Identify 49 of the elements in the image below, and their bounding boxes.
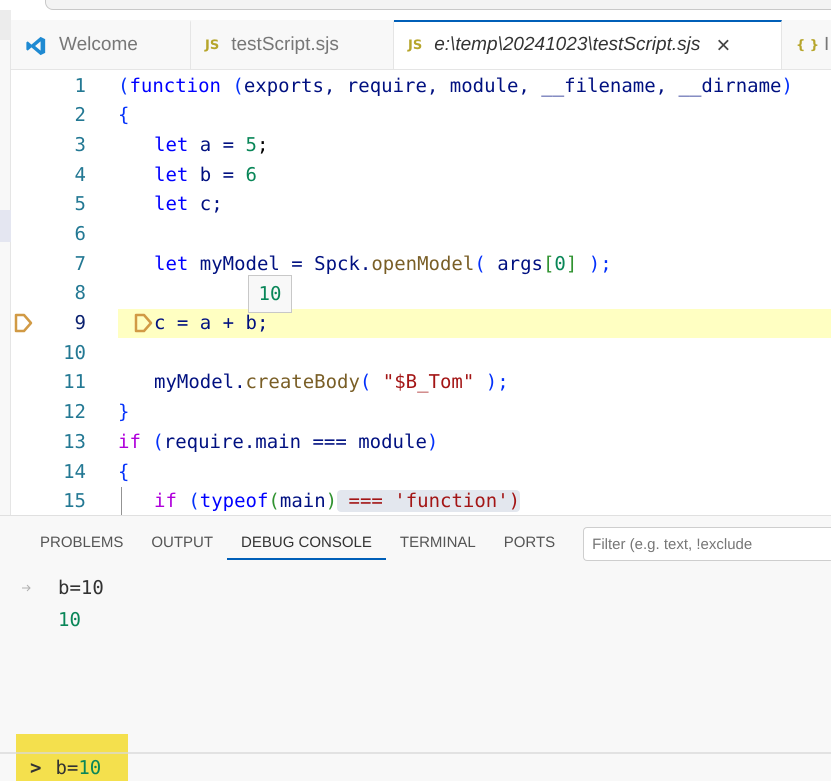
line-number: 15 [62,489,86,514]
console-input-field[interactable]: b=10 [55,754,102,781]
line-number: 1 [74,74,86,99]
line-number: 7 [74,252,86,277]
line-number: 2 [74,103,86,128]
line-number: 13 [62,430,86,455]
code-line: let b = 6 [154,162,257,188]
code-line: { [118,460,130,485]
panel-tab[interactable]: OUTPUT [137,528,228,560]
app-logo-icon [25,34,47,56]
close-icon[interactable]: × [716,34,730,58]
line-number: 9 [74,311,86,336]
code-line: let a = 5; [154,132,268,158]
javascript-file-icon: JS [408,36,422,56]
line-number: 5 [74,192,86,218]
filter-field[interactable]: Filter (e.g. text, !exclude [583,527,831,561]
code-line: c = a + b; [154,311,268,336]
code-line: if (typeof(main) === 'function') [154,489,520,514]
code-line: myModel.createBody( "$B_Tom" ); [154,370,509,396]
code-line: (function (exports, require, module, __filename, __dirname) [118,74,793,99]
code-line: } [118,400,130,426]
panel-tab[interactable]: PROBLEMS [26,528,138,560]
panel-tab[interactable]: PORTS [490,528,570,560]
line-number: 4 [74,162,86,188]
console-result-text: 10 [58,608,81,633]
editor-tab[interactable]: JS e:\temp\20241023\testScript.sjs × [394,20,782,69]
line-number: 14 [62,460,86,485]
editor-tab[interactable]: { } I [782,20,831,69]
breakpoint-gutter-icon [14,313,34,334]
panel-tab[interactable]: DEBUG CONSOLE [227,528,386,560]
editor-tab[interactable]: Welcome [11,20,191,69]
line-number: 3 [74,132,86,158]
line-number: 10 [62,340,86,366]
arrow-right-icon [22,584,32,592]
hover-tooltip: 10 [248,275,292,313]
javascript-file-icon: JS [205,36,220,56]
code-line: let myModel = Spck.openModel( args[0] ); [154,252,612,277]
panel-tab[interactable]: TERMINAL [386,528,490,560]
braces-file-icon: { } [796,36,820,56]
code-line: { [118,103,130,128]
line-number: 11 [62,370,86,396]
breakpoint-arrow-icon [134,313,154,334]
line-number: 6 [74,222,86,248]
line-number: 12 [62,400,86,426]
prompt-icon: > [30,754,42,781]
line-number: 8 [74,281,86,306]
code-line: if (require.main === module) [118,430,438,455]
console-command-text: b=10 [58,576,104,601]
code-line: let c; [154,192,223,218]
